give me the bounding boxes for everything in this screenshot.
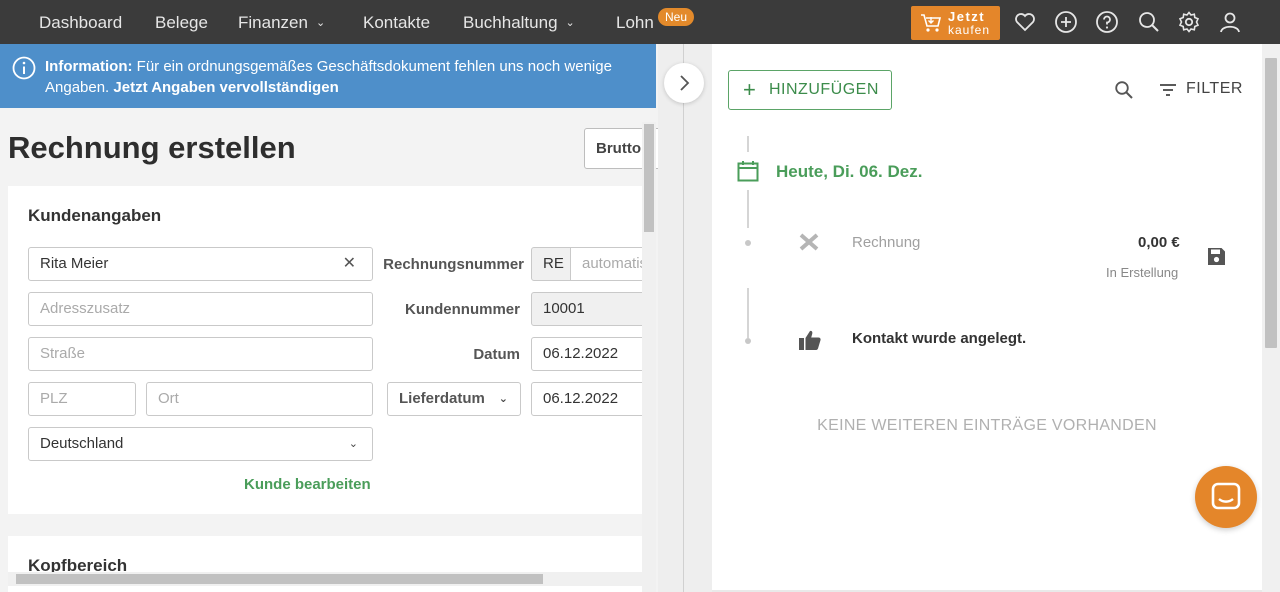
delivery-date-type-select[interactable]: Lieferdatum ⌄: [387, 382, 521, 416]
chevron-down-icon: ⌄: [348, 438, 358, 450]
timeline-entry-amount: 0,00 €: [1138, 234, 1180, 251]
customer-name-value: Rita Meier: [40, 255, 109, 272]
buy-now-line2: kaufen: [948, 23, 991, 37]
timeline-date-heading: Heute, Di. 06. Dez.: [776, 162, 923, 181]
country-select[interactable]: Deutschland ⌄: [28, 427, 373, 461]
info-icon: [12, 56, 36, 80]
nav-finanzen[interactable]: Finanzen ⌄: [238, 0, 325, 44]
timeline-dot: [745, 240, 751, 246]
info-prefix: Information:: [45, 58, 133, 75]
buy-now-line1: Jetzt: [948, 9, 986, 24]
new-badge: Neu: [658, 8, 695, 26]
splitter-line: [683, 44, 684, 592]
timeline-entry-invoice[interactable]: Rechnung: [852, 234, 920, 251]
timeline-dot: [745, 338, 751, 344]
chevron-down-icon: ⌄: [565, 17, 575, 29]
cart-icon: [921, 14, 942, 32]
timeline-panel: + HINZUFÜGEN FILTER Heute, Di. 06. Dez. …: [712, 44, 1262, 590]
add-circle-icon[interactable]: [1054, 10, 1078, 34]
filter-button[interactable]: FILTER: [1186, 80, 1243, 98]
date-label: Datum: [473, 346, 520, 363]
street-field[interactable]: Straße: [28, 337, 373, 371]
search-icon[interactable]: [1114, 80, 1134, 100]
nav-belege-label: Belege: [155, 13, 208, 32]
right-vertical-scrollbar[interactable]: [1262, 44, 1280, 592]
chat-icon: [1211, 482, 1241, 510]
timeline-entry-contact: Kontakt wurde angelegt.: [852, 330, 1027, 347]
country-value: Deutschland: [40, 435, 124, 452]
customer-number-label: Kundennummer: [404, 301, 520, 318]
nav-kontakte[interactable]: Kontakte: [363, 0, 430, 44]
filter-icon[interactable]: [1159, 82, 1177, 98]
invoice-number-label: Rechnungsnummer: [383, 256, 524, 273]
section-title-kundenangaben: Kundenangaben: [28, 206, 162, 225]
scrollbar-thumb[interactable]: [16, 574, 543, 584]
panel-splitter: [658, 44, 712, 592]
buy-now-button[interactable]: Jetzt kaufen: [911, 6, 1000, 40]
customer-number-field: 10001: [531, 292, 650, 326]
left-vertical-scrollbar[interactable]: [642, 122, 656, 592]
zip-field[interactable]: PLZ: [28, 382, 136, 416]
collapse-panel-button[interactable]: [664, 63, 704, 103]
info-banner: Information: Für ein ordnungsgemäßes Ges…: [0, 44, 656, 108]
invoice-prefix: RE: [531, 247, 571, 281]
nav-belege[interactable]: Belege: [155, 0, 208, 44]
nav-finanzen-label: Finanzen: [238, 13, 308, 32]
chat-support-button[interactable]: [1195, 466, 1257, 528]
nav-kontakte-label: Kontakte: [363, 13, 431, 32]
search-icon[interactable]: [1137, 10, 1161, 34]
timeline-line: [747, 190, 749, 228]
heart-icon[interactable]: [1013, 10, 1037, 34]
city-field[interactable]: Ort: [146, 382, 373, 416]
clear-icon[interactable]: ✕: [343, 248, 356, 280]
nav-dashboard[interactable]: Dashboard: [39, 0, 122, 44]
delivery-date-field[interactable]: 06.12.2022: [531, 382, 650, 416]
chevron-down-icon: ⌄: [315, 17, 326, 29]
invoice-number-field[interactable]: automatisch: [570, 247, 650, 281]
calendar-icon: [737, 161, 759, 182]
no-more-entries-text: KEINE WEITEREN EINTRÄGE VORHANDEN: [817, 417, 1157, 434]
scrollbar-thumb[interactable]: [1265, 58, 1277, 348]
thumbs-up-icon: [799, 330, 821, 350]
scrollbar-thumb[interactable]: [644, 124, 654, 232]
gear-icon[interactable]: [1177, 10, 1201, 34]
timeline-line: [747, 136, 749, 152]
add-entry-button[interactable]: + HINZUFÜGEN: [728, 70, 892, 110]
customer-name-field[interactable]: Rita Meier ✕: [28, 247, 373, 281]
edit-customer-link[interactable]: Kunde bearbeiten: [244, 476, 371, 493]
info-text: Information: Für ein ordnungsgemäßes Ges…: [45, 56, 645, 98]
add-entry-label: HINZUFÜGEN: [769, 81, 879, 98]
help-icon[interactable]: [1095, 10, 1119, 34]
address-extra-field[interactable]: Adresszusatz: [28, 292, 373, 326]
customer-card: Kundenangaben Rita Meier ✕ Adresszusatz …: [8, 186, 650, 514]
page-title: Rechnung erstellen: [8, 130, 296, 165]
complete-details-link[interactable]: Jetzt Angaben vervollständigen: [113, 79, 338, 96]
chevron-down-icon: ⌄: [498, 393, 508, 405]
timeline-entry-status: In Erstellung: [1106, 265, 1179, 280]
delivery-date-type-value: Lieferdatum: [399, 390, 485, 407]
save-icon[interactable]: [1207, 247, 1226, 266]
nav-dashboard-label: Dashboard: [39, 13, 123, 32]
chevron-right-icon: [680, 75, 690, 91]
left-horizontal-scrollbar[interactable]: [8, 572, 642, 586]
timeline-line: [747, 288, 749, 338]
invoice-editor-panel: Information: Für ein ordnungsgemäßes Ges…: [0, 44, 658, 592]
nav-lohn[interactable]: Lohn: [616, 0, 654, 44]
nav-buchhaltung-label: Buchhaltung: [463, 13, 558, 32]
plus-icon: +: [743, 77, 757, 102]
nav-lohn-label: Lohn: [616, 13, 654, 32]
user-icon[interactable]: [1218, 10, 1242, 34]
date-field[interactable]: 06.12.2022: [531, 337, 650, 371]
document-type-icon: [799, 233, 819, 251]
top-navigation: Dashboard Belege Finanzen ⌄ Kontakte Buch…: [0, 0, 1280, 44]
nav-buchhaltung[interactable]: Buchhaltung ⌄: [463, 0, 575, 44]
